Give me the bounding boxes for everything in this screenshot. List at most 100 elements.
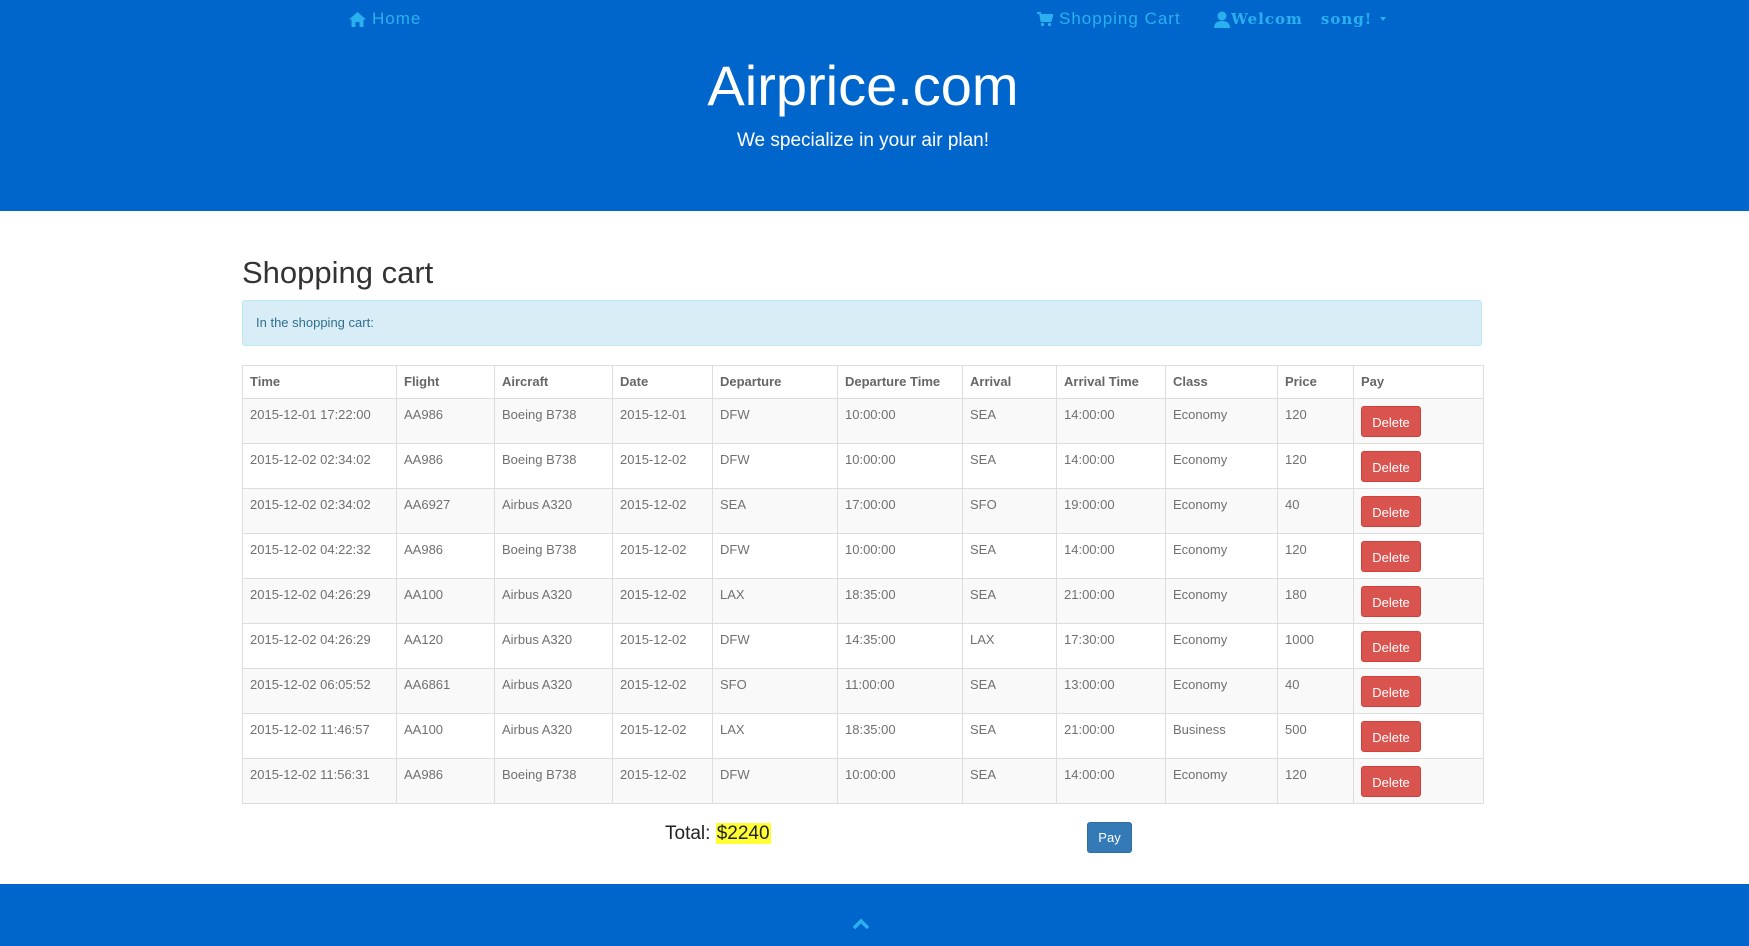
cell-departure: DFW — [712, 443, 838, 489]
cell-departure-time: 10:00:00 — [837, 533, 963, 579]
delete-button[interactable]: Delete — [1361, 676, 1421, 707]
cell-time: 2015-12-02 11:56:31 — [242, 758, 397, 804]
cell-price: 120 — [1277, 533, 1354, 579]
cell-class: Economy — [1165, 533, 1278, 579]
cell-aircraft: Boeing B738 — [494, 443, 613, 489]
chevron-up-icon[interactable] — [852, 918, 870, 930]
home-icon — [349, 11, 366, 27]
cell-time: 2015-12-02 04:26:29 — [242, 623, 397, 669]
cell-date: 2015-12-02 — [612, 443, 713, 489]
column-header-arrival: Arrival — [962, 365, 1057, 399]
delete-button[interactable]: Delete — [1361, 496, 1421, 527]
home-link-label: Home — [372, 9, 422, 28]
cell-class: Economy — [1165, 488, 1278, 534]
welcome-label: Welcom — [1231, 10, 1303, 28]
cell-price: 40 — [1277, 488, 1354, 534]
column-header-aircraft: Aircraft — [494, 365, 613, 399]
delete-button[interactable]: Delete — [1361, 541, 1421, 572]
shopping-cart-link[interactable]: Shopping Cart — [1037, 6, 1181, 32]
cell-class: Economy — [1165, 668, 1278, 714]
total-label: Total: — [665, 823, 711, 844]
delete-button[interactable]: Delete — [1361, 721, 1421, 752]
cell-price: 120 — [1277, 443, 1354, 489]
cell-departure: DFW — [712, 398, 838, 444]
cell-flight: AA6861 — [396, 668, 495, 714]
cell-aircraft: Airbus A320 — [494, 578, 613, 624]
column-header-departure-time: Departure Time — [837, 365, 963, 399]
page-title: Shopping cart — [242, 255, 434, 290]
cell-pay: Delete — [1353, 488, 1484, 534]
cell-date: 2015-12-02 — [612, 623, 713, 669]
cell-arrival-time: 19:00:00 — [1056, 488, 1166, 534]
cell-departure: DFW — [712, 623, 838, 669]
delete-button[interactable]: Delete — [1361, 406, 1421, 437]
table-row: 2015-12-02 11:56:31 AA986 Boeing B738 20… — [242, 758, 1484, 804]
cell-class: Economy — [1165, 758, 1278, 804]
column-header-class: Class — [1165, 365, 1278, 399]
total-amount: $2240 — [715, 823, 771, 844]
cell-departure: DFW — [712, 758, 838, 804]
delete-button[interactable]: Delete — [1361, 451, 1421, 482]
cell-date: 2015-12-01 — [612, 398, 713, 444]
cell-arrival: SEA — [962, 398, 1057, 444]
cell-arrival: SEA — [962, 758, 1057, 804]
cell-departure-time: 10:00:00 — [837, 398, 963, 444]
cell-arrival-time: 17:30:00 — [1056, 623, 1166, 669]
cell-aircraft: Boeing B738 — [494, 758, 613, 804]
cell-arrival: LAX — [962, 623, 1057, 669]
cell-pay: Delete — [1353, 668, 1484, 714]
cell-date: 2015-12-02 — [612, 533, 713, 579]
cell-time: 2015-12-02 02:34:02 — [242, 443, 397, 489]
cell-arrival: SEA — [962, 443, 1057, 489]
table-row: 2015-12-02 02:34:02 AA6927 Airbus A320 2… — [242, 488, 1484, 534]
delete-button[interactable]: Delete — [1361, 766, 1421, 797]
table-row: 2015-12-02 06:05:52 AA6861 Airbus A320 2… — [242, 668, 1484, 714]
cell-class: Economy — [1165, 578, 1278, 624]
cell-arrival: SEA — [962, 668, 1057, 714]
cell-departure-time: 18:35:00 — [837, 713, 963, 759]
cell-class: Economy — [1165, 443, 1278, 489]
cell-pay: Delete — [1353, 578, 1484, 624]
cell-class: Economy — [1165, 623, 1278, 669]
cell-class: Business — [1165, 713, 1278, 759]
cell-pay: Delete — [1353, 623, 1484, 669]
cell-flight: AA6927 — [396, 488, 495, 534]
cart-total: Total: $2240 — [665, 822, 771, 846]
cell-departure: SFO — [712, 668, 838, 714]
cell-arrival: SFO — [962, 488, 1057, 534]
cell-date: 2015-12-02 — [612, 758, 713, 804]
user-menu-toggle[interactable]: Welcom song! — [1214, 6, 1387, 32]
cell-time: 2015-12-02 04:26:29 — [242, 578, 397, 624]
cell-arrival-time: 14:00:00 — [1056, 758, 1166, 804]
cell-pay: Delete — [1353, 533, 1484, 579]
cell-date: 2015-12-02 — [612, 668, 713, 714]
cell-flight: AA120 — [396, 623, 495, 669]
pay-button[interactable]: Pay — [1087, 822, 1132, 853]
cell-aircraft: Airbus A320 — [494, 668, 613, 714]
table-row: 2015-12-02 04:22:32 AA986 Boeing B738 20… — [242, 533, 1484, 579]
cell-departure-time: 11:00:00 — [837, 668, 963, 714]
cell-arrival-time: 14:00:00 — [1056, 398, 1166, 444]
cell-arrival-time: 14:00:00 — [1056, 533, 1166, 579]
home-link[interactable]: Home — [349, 6, 421, 32]
cell-flight: AA986 — [396, 758, 495, 804]
cell-date: 2015-12-02 — [612, 488, 713, 534]
column-header-price: Price — [1277, 365, 1354, 399]
cell-price: 500 — [1277, 713, 1354, 759]
table-row: 2015-12-02 02:34:02 AA986 Boeing B738 20… — [242, 443, 1484, 489]
cell-aircraft: Airbus A320 — [494, 488, 613, 534]
site-brand: Airprice.com — [707, 54, 1019, 117]
cell-price: 120 — [1277, 398, 1354, 444]
cell-departure-time: 10:00:00 — [837, 758, 963, 804]
cell-arrival: SEA — [962, 578, 1057, 624]
cell-departure: SEA — [712, 488, 838, 534]
site-header: Home Shopping Cart Welcom song! Airprice… — [0, 0, 1749, 211]
column-header-time: Time — [242, 365, 397, 399]
delete-button[interactable]: Delete — [1361, 631, 1421, 662]
cell-flight: AA986 — [396, 533, 495, 579]
column-header-pay: Pay — [1353, 365, 1484, 399]
cell-aircraft: Airbus A320 — [494, 623, 613, 669]
delete-button[interactable]: Delete — [1361, 586, 1421, 617]
cell-time: 2015-12-02 06:05:52 — [242, 668, 397, 714]
cell-flight: AA986 — [396, 398, 495, 444]
